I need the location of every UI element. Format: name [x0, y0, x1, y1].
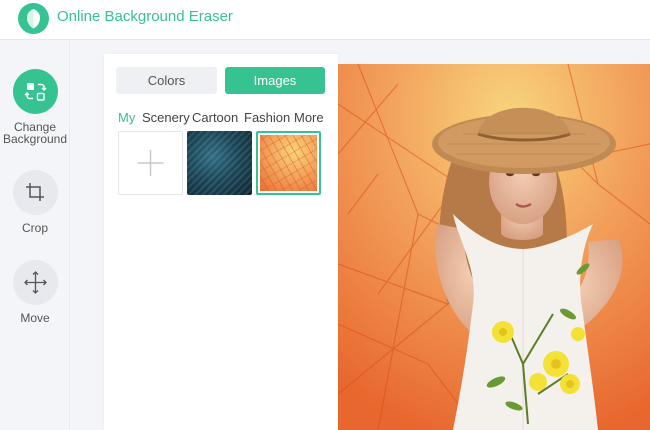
change-background-label: Change Background: [2, 120, 68, 146]
category-cartoon[interactable]: Cartoon: [192, 110, 238, 125]
crop-icon: [25, 183, 44, 201]
thumbnail-orange-leaves-image: [260, 135, 317, 191]
crop-tool[interactable]: Crop: [0, 170, 70, 234]
crop-label: Crop: [21, 221, 48, 235]
change-background-tool[interactable]: Change Background: [0, 69, 70, 145]
category-my[interactable]: My: [118, 110, 135, 125]
top-bar: Online Background Eraser: [0, 0, 650, 40]
plus-icon: [137, 150, 164, 176]
move-label: Move: [20, 311, 50, 325]
thumbnail-blue-texture[interactable]: [187, 131, 252, 195]
preview-image: [338, 64, 650, 430]
change-background-icon: [24, 83, 46, 101]
category-scenery[interactable]: Scenery: [142, 110, 190, 125]
move-icon: [23, 271, 47, 294]
background-panel: Colors Images My Scenery Cartoon Fashion…: [104, 54, 338, 430]
tab-images[interactable]: Images: [225, 67, 325, 94]
image-canvas[interactable]: [338, 64, 650, 430]
add-image-button[interactable]: [118, 131, 183, 195]
tab-colors[interactable]: Colors: [116, 67, 217, 94]
thumbnail-orange-leaves[interactable]: [256, 131, 321, 195]
move-tool[interactable]: Move: [0, 260, 70, 324]
category-more[interactable]: More: [294, 110, 324, 125]
app-logo-icon: [18, 3, 49, 34]
category-fashion[interactable]: Fashion: [244, 110, 290, 125]
left-toolbar: Change Background Crop Move: [0, 40, 70, 430]
app-title: Online Background Eraser: [57, 8, 233, 25]
